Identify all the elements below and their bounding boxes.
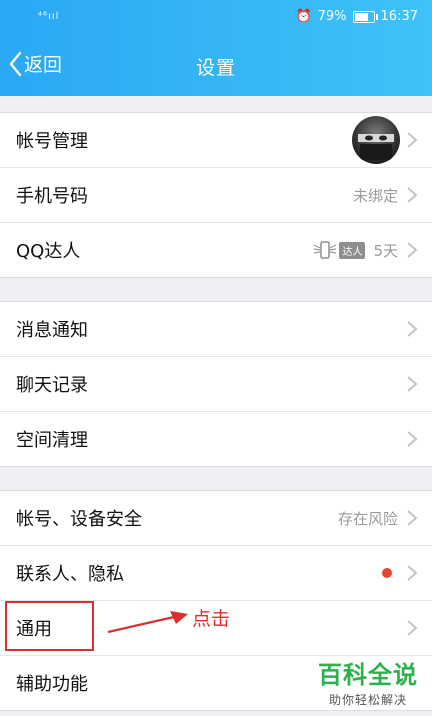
security-status: 存在风险: [337, 509, 398, 528]
watermark-title: 百科全说: [318, 661, 418, 689]
row-right: [352, 116, 418, 164]
account-management-row[interactable]: 帐号管理: [0, 113, 432, 168]
row-label: 空间清理: [16, 430, 88, 451]
qq-expert-badge: 达人: [312, 241, 366, 259]
chevron-right-icon: [407, 321, 418, 337]
row-label: 联系人、隐私: [16, 564, 124, 585]
click-annotation: 点击: [192, 608, 231, 630]
badge-text: 达人: [339, 241, 366, 259]
row-right: 存在风险: [338, 508, 418, 529]
settings-group-account: 帐号管理 手机号码 未绑定 QQ达人 达人 5天: [0, 112, 432, 278]
watermark-subtitle: 助你轻松解决: [328, 693, 407, 707]
arrow-annotation: [107, 611, 188, 634]
row-right: 未绑定: [353, 185, 418, 206]
chevron-right-icon: [407, 132, 418, 148]
chevron-right-icon: [407, 187, 418, 203]
row-label: 帐号、设备安全: [16, 509, 142, 530]
chat-history-row[interactable]: 聊天记录: [0, 357, 432, 412]
row-right: [382, 564, 418, 582]
account-security-row[interactable]: 帐号、设备安全 存在风险: [0, 491, 432, 546]
phone-number-row[interactable]: 手机号码 未绑定: [0, 168, 432, 223]
row-label: 聊天记录: [16, 375, 88, 396]
phone-wings-icon: [314, 241, 337, 259]
header-bar: ⁴⁶ııl ⏰ 79% 16:37 返回 设置: [0, 0, 432, 96]
row-right: [406, 430, 418, 448]
row-label: 手机号码: [16, 186, 88, 207]
page-title: 设置: [195, 57, 236, 79]
chevron-right-icon: [407, 620, 418, 636]
alarm-icon: ⏰: [295, 9, 312, 24]
avatar-image: [358, 134, 394, 160]
watermark: 百科全说 助你轻松解决: [318, 655, 418, 708]
row-label: 辅助功能: [16, 674, 88, 695]
phone-status: 未绑定: [352, 186, 398, 205]
storage-cleanup-row[interactable]: 空间清理: [0, 412, 432, 466]
row-right: 达人 5天: [312, 240, 418, 261]
days-value: 5天: [373, 241, 398, 260]
chevron-right-icon: [407, 242, 418, 258]
row-right: [406, 619, 418, 637]
signal-icon: ⁴⁶ııl: [38, 11, 60, 22]
battery-icon: [352, 10, 378, 23]
avatar: [352, 116, 400, 164]
settings-group-messages: 消息通知 聊天记录 空间清理: [0, 301, 432, 467]
battery-percent: 79%: [317, 9, 347, 24]
row-right: [406, 320, 418, 338]
row-right: [406, 375, 418, 393]
qq-expert-row[interactable]: QQ达人 达人 5天: [0, 223, 432, 277]
chevron-right-icon: [407, 431, 418, 447]
status-bar: ⁴⁶ııl ⏰ 79% 16:37: [0, 0, 432, 34]
row-label: 帐号管理: [16, 131, 88, 152]
notification-dot: [382, 568, 392, 578]
row-label: 通用: [16, 619, 52, 640]
chevron-right-icon: [407, 376, 418, 392]
row-label: QQ达人: [16, 241, 81, 262]
battery-fill: [354, 12, 368, 21]
chevron-right-icon: [407, 510, 418, 526]
chevron-right-icon: [407, 565, 418, 581]
clock: 16:37: [380, 9, 418, 24]
row-label: 消息通知: [16, 320, 88, 341]
contacts-privacy-row[interactable]: 联系人、隐私: [0, 546, 432, 601]
status-right: ⏰ 79% 16:37: [295, 9, 418, 24]
message-notification-row[interactable]: 消息通知: [0, 302, 432, 357]
